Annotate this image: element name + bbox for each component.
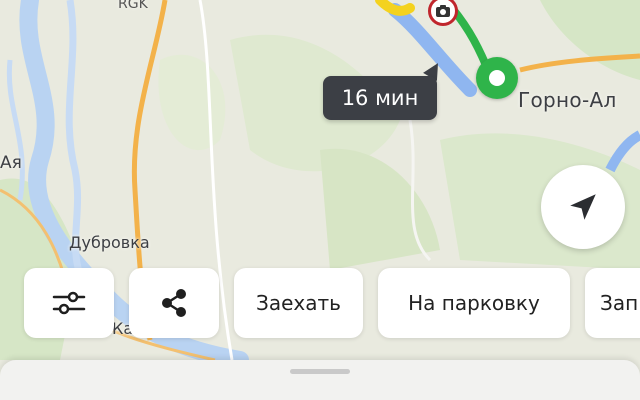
map-label-dubrovka: Дубровка: [69, 233, 150, 252]
route-filters-button[interactable]: [24, 268, 114, 338]
share-icon: [162, 289, 186, 317]
sliders-icon: [52, 291, 86, 315]
map-view[interactable]: RGK Ая Дубровка Катун Горно-Ал 16 мин: [0, 0, 640, 400]
navigation-arrow-icon: [570, 194, 596, 220]
map-label-gorno-altaysk: Горно-Ал: [518, 88, 617, 112]
map-label-aya: Ая: [0, 153, 22, 173]
bottom-sheet[interactable]: [0, 360, 640, 400]
destination-pin-icon[interactable]: [476, 57, 518, 99]
parking-button[interactable]: На парковку: [378, 268, 570, 338]
add-stop-button[interactable]: Заехать: [234, 268, 363, 338]
route-eta-text: 16 мин: [341, 86, 419, 110]
bottom-sheet-handle[interactable]: [290, 369, 350, 374]
map-label-rgk: RGK: [118, 0, 148, 12]
locate-button[interactable]: [541, 165, 625, 249]
share-route-button[interactable]: [129, 268, 219, 338]
partial-action-button[interactable]: Зап: [585, 268, 640, 338]
route-eta-bubble[interactable]: 16 мин: [323, 76, 437, 120]
